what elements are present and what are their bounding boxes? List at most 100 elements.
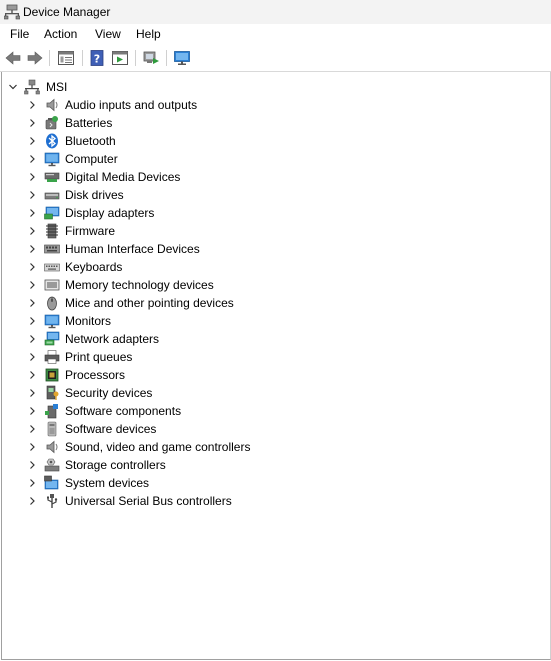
chevron-right-icon[interactable] bbox=[27, 280, 37, 290]
run-icon[interactable] bbox=[111, 49, 129, 67]
toolbar-separator bbox=[135, 50, 136, 66]
security-device-icon bbox=[46, 385, 59, 400]
tree-item-label: Bluetooth bbox=[65, 134, 116, 148]
tree-item-mice-and-other-pointing-devices[interactable]: Mice and other pointing devices bbox=[2, 294, 542, 312]
chevron-right-icon[interactable] bbox=[27, 208, 37, 218]
usb-icon bbox=[47, 494, 58, 508]
chevron-right-icon[interactable] bbox=[27, 406, 37, 416]
tree-item-label: Sound, video and game controllers bbox=[65, 440, 251, 454]
tree-item-memory-technology-devices[interactable]: Memory technology devices bbox=[2, 276, 542, 294]
chevron-right-icon[interactable] bbox=[27, 316, 37, 326]
chevron-right-icon[interactable] bbox=[27, 262, 37, 272]
forward-arrow-icon[interactable] bbox=[26, 49, 44, 67]
chevron-right-icon[interactable] bbox=[27, 298, 37, 308]
tree-item-print-queues[interactable]: Print queues bbox=[2, 348, 542, 366]
tree-item-software-components[interactable]: Software components bbox=[2, 402, 542, 420]
chevron-right-icon[interactable] bbox=[27, 460, 37, 470]
tree-item-disk-drives[interactable]: Disk drives bbox=[2, 186, 542, 204]
printer-icon bbox=[44, 350, 60, 364]
tree-item-label: Processors bbox=[65, 368, 126, 382]
toolbar-separator bbox=[166, 50, 167, 66]
menu-file[interactable]: File bbox=[10, 27, 29, 41]
tree-item-label: System devices bbox=[65, 476, 150, 490]
tree-root-node[interactable]: MSI bbox=[2, 78, 542, 96]
tree-item-label: Audio inputs and outputs bbox=[65, 98, 198, 112]
toolbar-separator bbox=[49, 50, 50, 66]
tree-item-label: Batteries bbox=[65, 116, 113, 130]
tree-item-storage-controllers[interactable]: Storage controllers bbox=[2, 456, 542, 474]
chevron-right-icon[interactable] bbox=[27, 352, 37, 362]
tree-item-software-devices[interactable]: Software devices bbox=[2, 420, 542, 438]
speaker-icon bbox=[46, 440, 58, 454]
computer-icon bbox=[24, 79, 40, 95]
tree-item-system-devices[interactable]: System devices bbox=[2, 474, 542, 492]
tree-item-sound-video-and-game-controllers[interactable]: Sound, video and game controllers bbox=[2, 438, 542, 456]
keyboard-icon bbox=[44, 263, 60, 272]
bluetooth-icon bbox=[46, 133, 58, 149]
tree-item-label: Monitors bbox=[65, 314, 112, 328]
chevron-right-icon[interactable] bbox=[27, 172, 37, 182]
chevron-right-icon[interactable] bbox=[27, 226, 37, 236]
chevron-right-icon[interactable] bbox=[27, 244, 37, 254]
tree-item-batteries[interactable]: Batteries bbox=[2, 114, 542, 132]
chevron-right-icon[interactable] bbox=[27, 136, 37, 146]
help-icon[interactable]: ? bbox=[88, 49, 106, 67]
tree-item-security-devices[interactable]: Security devices bbox=[2, 384, 542, 402]
tree-item-universal-serial-bus-controllers[interactable]: Universal Serial Bus controllers bbox=[2, 492, 542, 510]
toolbar: ? bbox=[0, 44, 551, 72]
tree-item-audio-inputs-and-outputs[interactable]: Audio inputs and outputs bbox=[2, 96, 542, 114]
chevron-right-icon[interactable] bbox=[27, 478, 37, 488]
processor-icon bbox=[45, 368, 59, 382]
tree-item-digital-media-devices[interactable]: Digital Media Devices bbox=[2, 168, 542, 186]
chevron-right-icon[interactable] bbox=[27, 154, 37, 164]
scan-hardware-icon[interactable] bbox=[142, 49, 160, 67]
monitor-icon bbox=[44, 314, 60, 329]
firmware-icon bbox=[46, 223, 58, 239]
chevron-right-icon[interactable] bbox=[27, 190, 37, 200]
display-adapter-icon bbox=[44, 206, 60, 220]
chevron-right-icon[interactable] bbox=[27, 370, 37, 380]
tree-item-label: Storage controllers bbox=[65, 458, 166, 472]
tree-item-monitors[interactable]: Monitors bbox=[2, 312, 542, 330]
tree-item-firmware[interactable]: Firmware bbox=[2, 222, 542, 240]
software-component-icon bbox=[45, 404, 58, 419]
tree-item-label: Software devices bbox=[65, 422, 157, 436]
root-label: MSI bbox=[46, 80, 68, 94]
chevron-right-icon[interactable] bbox=[27, 424, 37, 434]
media-device-icon bbox=[44, 172, 60, 182]
chevron-right-icon[interactable] bbox=[27, 334, 37, 344]
tree-item-label: Firmware bbox=[65, 224, 115, 238]
monitor-icon bbox=[44, 152, 60, 167]
menu-action[interactable]: Action bbox=[44, 27, 77, 41]
back-arrow-icon[interactable] bbox=[4, 49, 22, 67]
tree-item-label: Display adapters bbox=[65, 206, 155, 220]
tree-item-label: Keyboards bbox=[65, 260, 123, 274]
tree-item-human-interface-devices[interactable]: Human Interface Devices bbox=[2, 240, 542, 258]
menu-help[interactable]: Help bbox=[136, 27, 161, 41]
tree-item-network-adapters[interactable]: Network adapters bbox=[2, 330, 542, 348]
monitor-icon[interactable] bbox=[173, 49, 191, 67]
menu-bar: File Action View Help bbox=[0, 24, 551, 44]
tree-item-bluetooth[interactable]: Bluetooth bbox=[2, 132, 542, 150]
tree-item-label: Software components bbox=[65, 404, 182, 418]
tree-item-label: Digital Media Devices bbox=[65, 170, 181, 184]
memory-icon bbox=[44, 279, 60, 291]
network-adapter-icon bbox=[44, 331, 60, 346]
chevron-right-icon[interactable] bbox=[27, 118, 37, 128]
chevron-right-icon[interactable] bbox=[27, 496, 37, 506]
menu-view[interactable]: View bbox=[95, 27, 121, 41]
tree-item-keyboards[interactable]: Keyboards bbox=[2, 258, 542, 276]
chevron-right-icon[interactable] bbox=[27, 100, 37, 110]
tree-item-processors[interactable]: Processors bbox=[2, 366, 542, 384]
disk-drive-icon bbox=[44, 192, 60, 200]
tree-item-label: Print queues bbox=[65, 350, 133, 364]
tree-item-computer[interactable]: Computer bbox=[2, 150, 542, 168]
properties-pane-icon[interactable] bbox=[57, 49, 75, 67]
software-device-icon bbox=[47, 421, 57, 437]
chevron-down-icon[interactable] bbox=[8, 82, 18, 92]
chevron-right-icon[interactable] bbox=[27, 442, 37, 452]
hid-icon bbox=[44, 244, 60, 254]
tree-item-display-adapters[interactable]: Display adapters bbox=[2, 204, 542, 222]
tree-item-label: Human Interface Devices bbox=[65, 242, 200, 256]
chevron-right-icon[interactable] bbox=[27, 388, 37, 398]
